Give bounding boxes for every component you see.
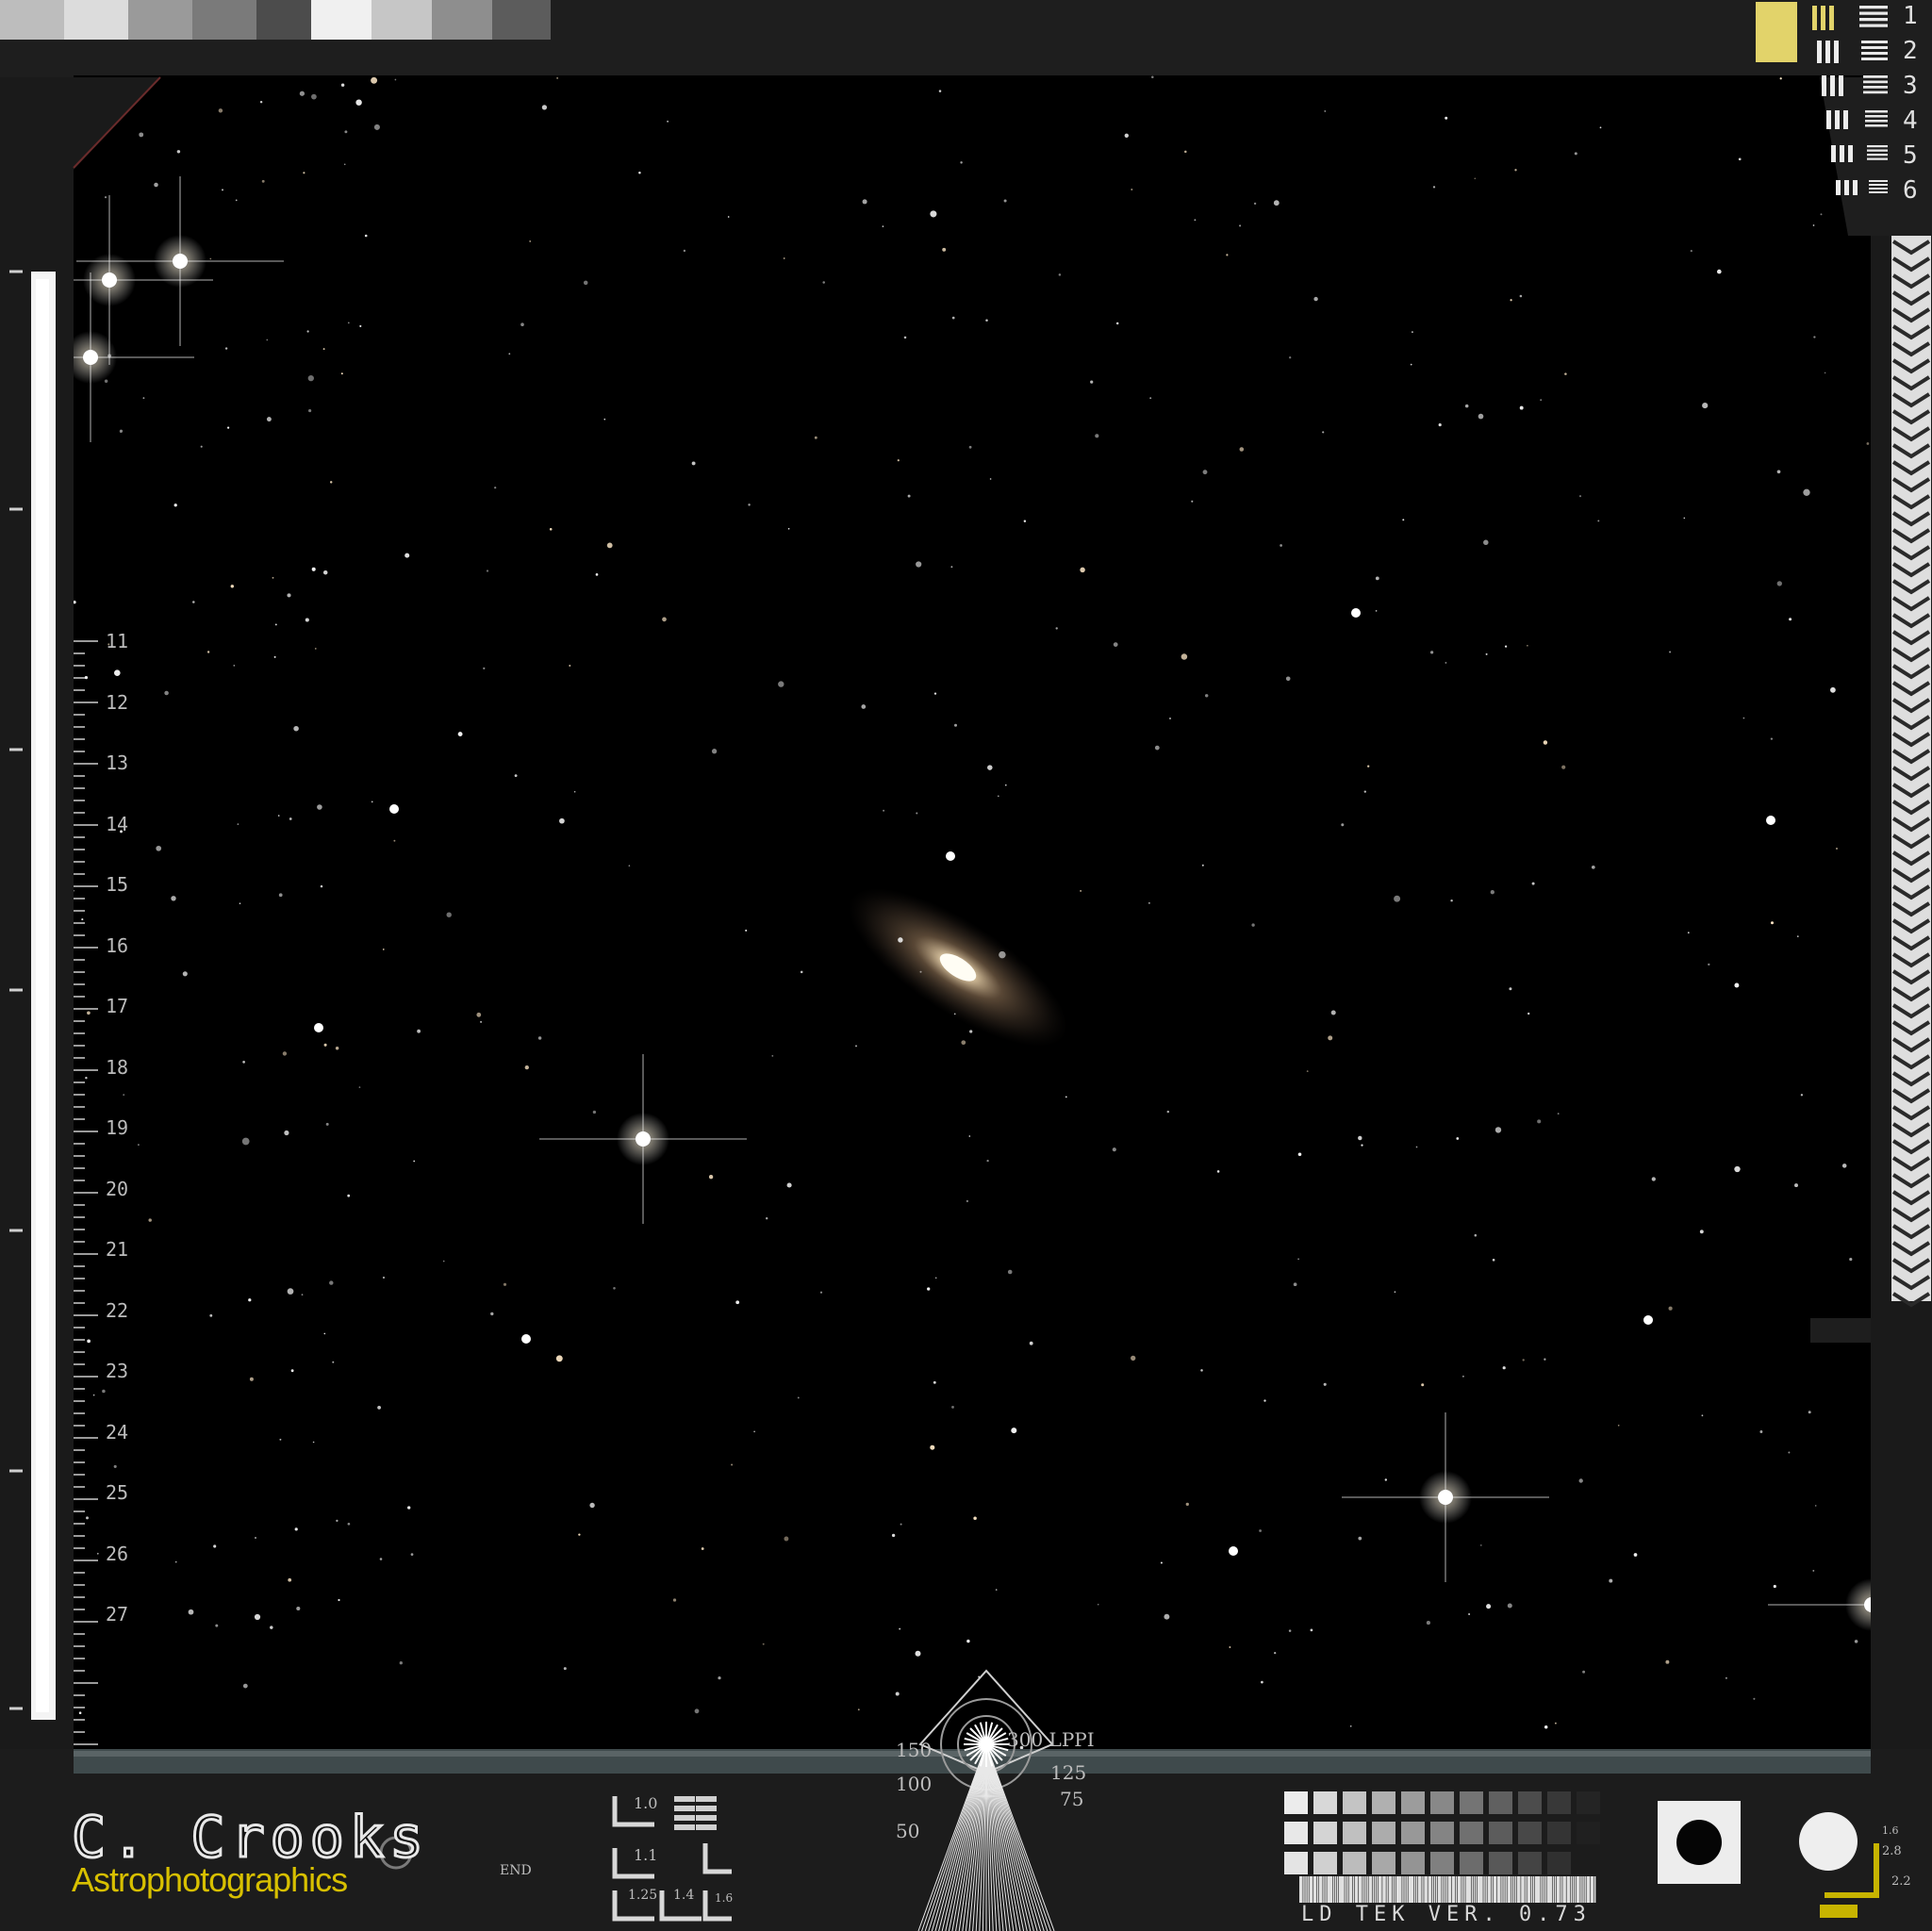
mark-1-0: 1.0	[634, 1794, 658, 1812]
resolution-mark-label: 3	[1903, 72, 1918, 100]
left-ruler-label: 11	[106, 630, 129, 652]
lppi-75: 75	[1060, 1788, 1084, 1810]
left-ruler-label: 18	[106, 1055, 129, 1079]
resolution-mark-label: 4	[1903, 107, 1918, 135]
version-text: LD TEK VER. 0.73	[1301, 1903, 1592, 1926]
left-ruler-label: 24	[106, 1420, 129, 1444]
grey-patch-grid	[1284, 1791, 1600, 1874]
mark-r-2-8: 2.8	[1882, 1844, 1902, 1858]
left-ruler-label: 15	[106, 873, 129, 896]
white-disc-icon	[1799, 1812, 1858, 1871]
mark-1-25: 1.25	[628, 1888, 658, 1903]
left-ruler	[74, 640, 98, 1745]
left-ruler-label: 17	[106, 995, 129, 1017]
lppi-label: 300 LPPI	[1007, 1728, 1095, 1751]
left-ruler-label: 25	[106, 1481, 129, 1504]
left-ruler-label: 16	[106, 933, 129, 957]
target-box-icon	[1658, 1801, 1741, 1884]
resolution-mark-label: 6	[1903, 176, 1918, 205]
left-ruler-label: 19	[106, 1116, 129, 1139]
left-ruler-label: 14	[106, 812, 129, 835]
resolution-mark-label: 2	[1903, 37, 1918, 65]
brand-logo: C. Crooks Astrophotographics	[70, 1807, 424, 1899]
resolution-mark-label: 1	[1903, 2, 1918, 30]
left-ruler-label: 27	[106, 1603, 129, 1626]
left-ruler-label: 22	[106, 1298, 129, 1322]
resolution-mark-label: 5	[1903, 141, 1918, 170]
lppi-150: 150	[896, 1739, 933, 1761]
film-frame	[0, 6, 1932, 1931]
left-ruler-label: 21	[106, 1238, 129, 1261]
mark-r-2-2: 2.2	[1891, 1874, 1911, 1889]
mark-1-1: 1.1	[634, 1846, 658, 1864]
brand-name: C. Crooks	[70, 1805, 430, 1871]
mark-r-1-6: 1.6	[1882, 1824, 1899, 1837]
left-ruler-label: 20	[106, 1177, 129, 1200]
end-label: END	[500, 1863, 532, 1878]
lppi-100: 100	[896, 1773, 933, 1795]
left-ruler-label: 13	[106, 751, 129, 774]
left-ruler-label: 12	[106, 690, 129, 714]
lppi-50: 50	[896, 1820, 920, 1842]
lppi-125: 125	[1050, 1761, 1087, 1784]
left-ruler-label: 26	[106, 1542, 129, 1565]
mark-1-6: 1.6	[715, 1891, 734, 1905]
brand-tagline: Astrophotographics	[72, 1860, 348, 1899]
mark-1-4: 1.4	[673, 1888, 695, 1903]
left-ruler-label: 23	[106, 1360, 129, 1382]
